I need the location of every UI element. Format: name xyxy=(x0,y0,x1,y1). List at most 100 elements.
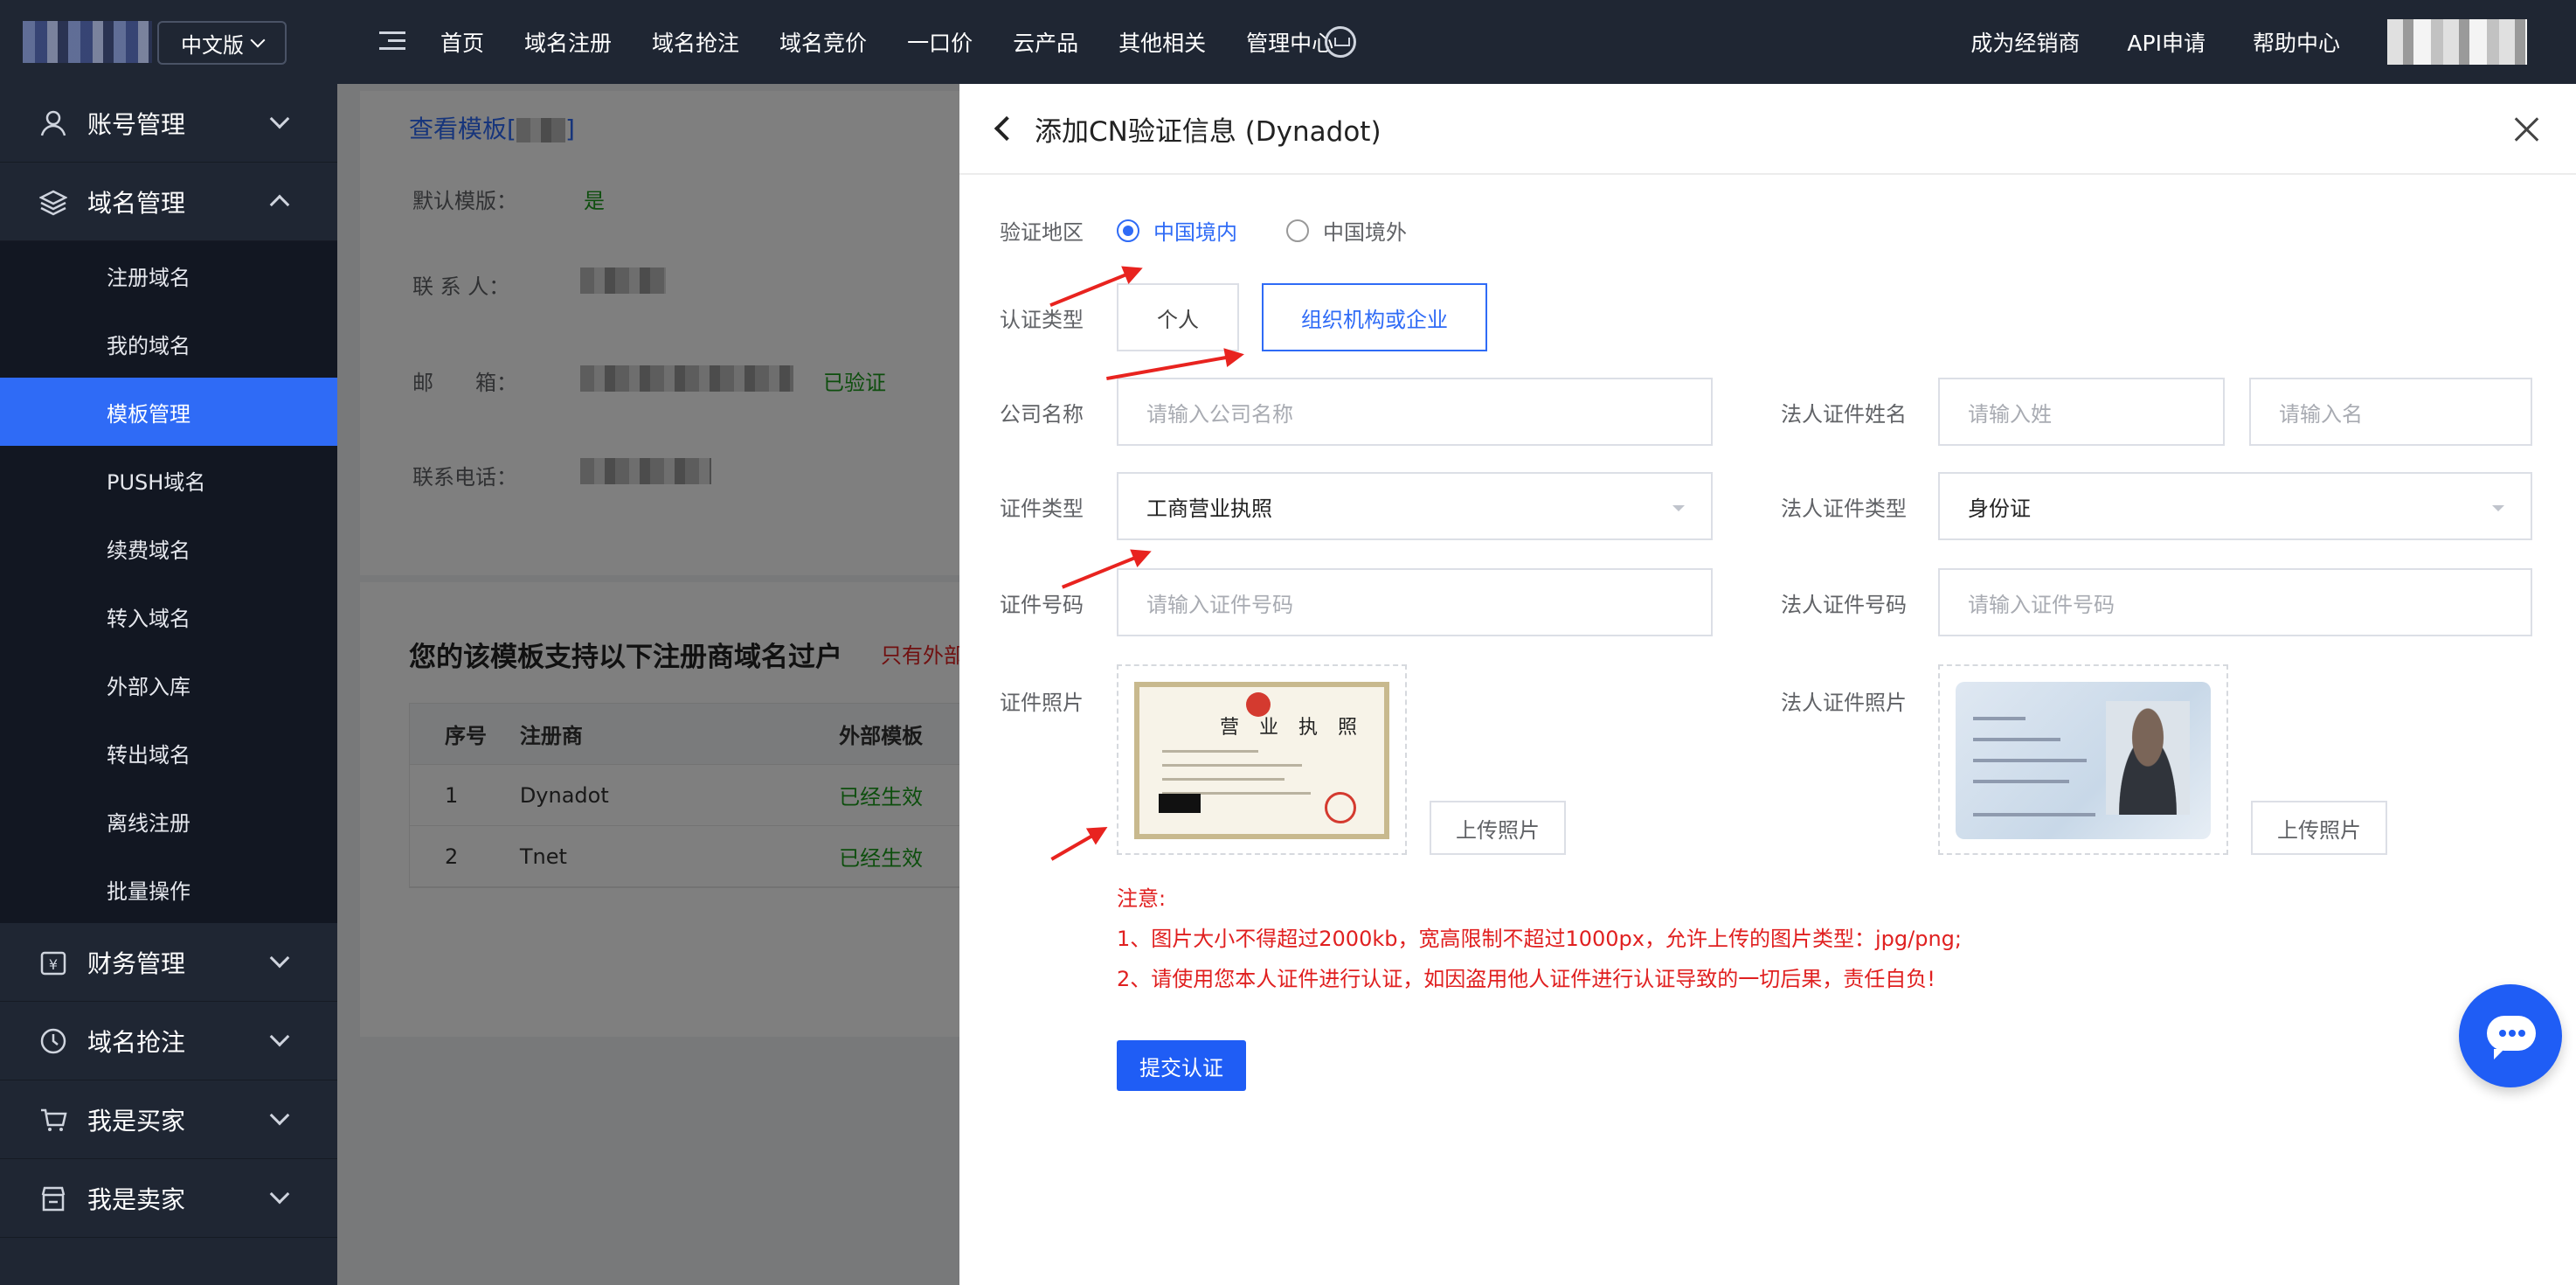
close-icon[interactable] xyxy=(2513,115,2541,143)
legal-cert-type-label: 法人证件类型 xyxy=(1781,497,1907,521)
region-label: 验证地区 xyxy=(1000,220,1084,245)
chevron-down-icon xyxy=(269,948,290,969)
sidebar-group-label: 财务管理 xyxy=(87,948,186,978)
license-line xyxy=(1162,764,1302,767)
sidebar-item-batch[interactable]: 批量操作 xyxy=(0,855,337,923)
nav-fixed-price[interactable]: 一口价 xyxy=(907,26,973,58)
id-line xyxy=(1973,780,2069,783)
upload-cert-photo-button[interactable]: 上传照片 xyxy=(1430,801,1566,855)
legal-cert-type-value: 身份证 xyxy=(1968,496,2031,521)
sidebar-group-domain[interactable]: 域名管理 xyxy=(0,163,337,241)
radio-region-overseas[interactable]: 中国境外 xyxy=(1286,215,1407,246)
company-name-label: 公司名称 xyxy=(1000,402,1084,427)
chevron-down-icon xyxy=(269,1105,290,1126)
cart-icon[interactable] xyxy=(1325,26,1356,58)
legal-photo-preview[interactable] xyxy=(1938,664,2228,855)
sidebar-group-label: 我是买家 xyxy=(87,1106,186,1136)
chevron-down-icon xyxy=(269,1026,290,1047)
user-avatar[interactable] xyxy=(2387,19,2527,65)
yen-icon: ¥ xyxy=(38,948,68,977)
company-name-input[interactable]: 请输入公司名称 xyxy=(1117,378,1713,446)
cn-verification-drawer: 添加CN验证信息 (Dynadot) 验证地区 中国境内 中国境外 认证类型 个… xyxy=(959,84,2576,1285)
legal-given-name-input[interactable]: 请输入名 xyxy=(2249,378,2532,446)
top-bar: 中文版 首页 域名注册 域名抢注 域名竞价 一口价 云产品 其他相关 管理中心 … xyxy=(0,0,2576,84)
cart-icon xyxy=(38,1105,68,1135)
sidebar-group-account[interactable]: 账号管理 xyxy=(0,84,337,163)
back-icon[interactable] xyxy=(994,115,1020,142)
chevron-up-icon xyxy=(269,194,290,215)
nav-api[interactable]: API申请 xyxy=(2127,26,2206,58)
nav-help[interactable]: 帮助中心 xyxy=(2253,26,2340,58)
sidebar-item-offline-register[interactable]: 离线注册 xyxy=(0,787,337,855)
chevron-down-icon xyxy=(269,1184,290,1205)
cert-number-label: 证件号码 xyxy=(1000,593,1084,617)
shop-icon xyxy=(38,1184,68,1213)
nav-reseller[interactable]: 成为经销商 xyxy=(1970,26,2080,58)
layers-icon xyxy=(38,187,68,217)
auth-type-organization[interactable]: 组织机构或企业 xyxy=(1262,283,1487,351)
auth-type-personal[interactable]: 个人 xyxy=(1117,283,1239,351)
sidebar-item-renew[interactable]: 续费域名 xyxy=(0,514,337,582)
sidebar: 账号管理 域名管理 注册域名 我的域名 模板管理 PUSH域名 续费域名 转入域… xyxy=(0,84,337,1285)
brand-logo[interactable] xyxy=(23,21,152,63)
cert-type-select[interactable]: 工商营业执照 xyxy=(1117,472,1713,540)
sidebar-item-push[interactable]: PUSH域名 xyxy=(0,446,337,514)
radio-region-domestic[interactable]: 中国境内 xyxy=(1117,215,1237,246)
sidebar-group-finance[interactable]: ¥ 财务管理 xyxy=(0,923,337,1002)
nav-cloud[interactable]: 云产品 xyxy=(1013,26,1078,58)
annotation-arrow xyxy=(1050,827,1105,861)
legal-photo-label: 法人证件照片 xyxy=(1781,691,1907,715)
legal-cert-type-select[interactable]: 身份证 xyxy=(1938,472,2532,540)
cert-number-input[interactable]: 请输入证件号码 xyxy=(1117,568,1713,636)
cert-type-value: 工商营业执照 xyxy=(1146,496,1272,521)
chevron-down-icon xyxy=(250,32,266,48)
sidebar-item-my-domains[interactable]: 我的域名 xyxy=(0,309,337,378)
nav-other[interactable]: 其他相关 xyxy=(1118,26,1206,58)
menu-fold-icon[interactable] xyxy=(374,26,405,58)
license-line xyxy=(1162,778,1285,781)
sidebar-item-transfer-out[interactable]: 转出域名 xyxy=(0,719,337,787)
sidebar-group-label: 域名抢注 xyxy=(87,1027,186,1057)
cert-photo-preview[interactable]: 营 业 执 照 xyxy=(1117,664,1407,855)
license-line xyxy=(1162,750,1258,753)
sidebar-item-transfer-in[interactable]: 转入域名 xyxy=(0,582,337,650)
language-select[interactable]: 中文版 xyxy=(157,21,287,65)
business-license-image: 营 业 执 照 xyxy=(1134,682,1389,839)
top-right-nav: 成为经销商 API申请 帮助中心 xyxy=(1970,0,2576,84)
legal-cert-number-input[interactable]: 请输入证件号码 xyxy=(1938,568,2532,636)
nav-domain-register[interactable]: 域名注册 xyxy=(524,26,612,58)
radio-label: 中国境外 xyxy=(1323,220,1407,245)
sidebar-item-templates[interactable]: 模板管理 xyxy=(0,378,337,446)
sidebar-item-external-import[interactable]: 外部入库 xyxy=(0,650,337,719)
sidebar-group-label: 域名管理 xyxy=(87,188,186,218)
legal-name-label: 法人证件姓名 xyxy=(1781,402,1907,427)
upload-legal-photo-button[interactable]: 上传照片 xyxy=(2251,801,2387,855)
drawer-header: 添加CN验证信息 (Dynadot) xyxy=(959,84,2576,175)
legal-cert-number-label: 法人证件号码 xyxy=(1781,593,1907,617)
id-line xyxy=(1973,813,2095,816)
portrait-image xyxy=(2106,701,2190,815)
legal-surname-input[interactable]: 请输入姓 xyxy=(1938,378,2225,446)
language-label: 中文版 xyxy=(181,32,244,58)
submit-verification-button[interactable]: 提交认证 xyxy=(1117,1040,1246,1091)
nav-domain-auction[interactable]: 域名竞价 xyxy=(779,26,867,58)
stamp-icon xyxy=(1325,792,1356,823)
sidebar-group-backorder[interactable]: 域名抢注 xyxy=(0,1002,337,1080)
sidebar-group-label: 我是卖家 xyxy=(87,1184,186,1214)
sidebar-group-buyer[interactable]: 我是买家 xyxy=(0,1080,337,1159)
drawer-title: 添加CN验证信息 (Dynadot) xyxy=(1035,115,1381,148)
radio-dot xyxy=(1117,219,1139,242)
caret-down-icon xyxy=(2492,505,2504,511)
clock-icon xyxy=(38,1026,68,1056)
auth-type-label: 认证类型 xyxy=(1000,308,1084,332)
top-nav: 首页 域名注册 域名抢注 域名竞价 一口价 云产品 其他相关 管理中心 xyxy=(440,0,1360,84)
chat-support-button[interactable] xyxy=(2459,984,2562,1087)
nav-home[interactable]: 首页 xyxy=(440,26,484,58)
nav-console[interactable]: 管理中心 xyxy=(1246,26,1333,58)
cert-photo-label: 证件照片 xyxy=(1000,691,1084,715)
sidebar-group-seller[interactable]: 我是卖家 xyxy=(0,1159,337,1238)
sidebar-submenu: 注册域名 我的域名 模板管理 PUSH域名 续费域名 转入域名 外部入库 转出域… xyxy=(0,241,337,923)
sidebar-item-register[interactable]: 注册域名 xyxy=(0,241,337,309)
nav-domain-backorder[interactable]: 域名抢注 xyxy=(652,26,739,58)
chat-dot xyxy=(2499,1030,2506,1037)
